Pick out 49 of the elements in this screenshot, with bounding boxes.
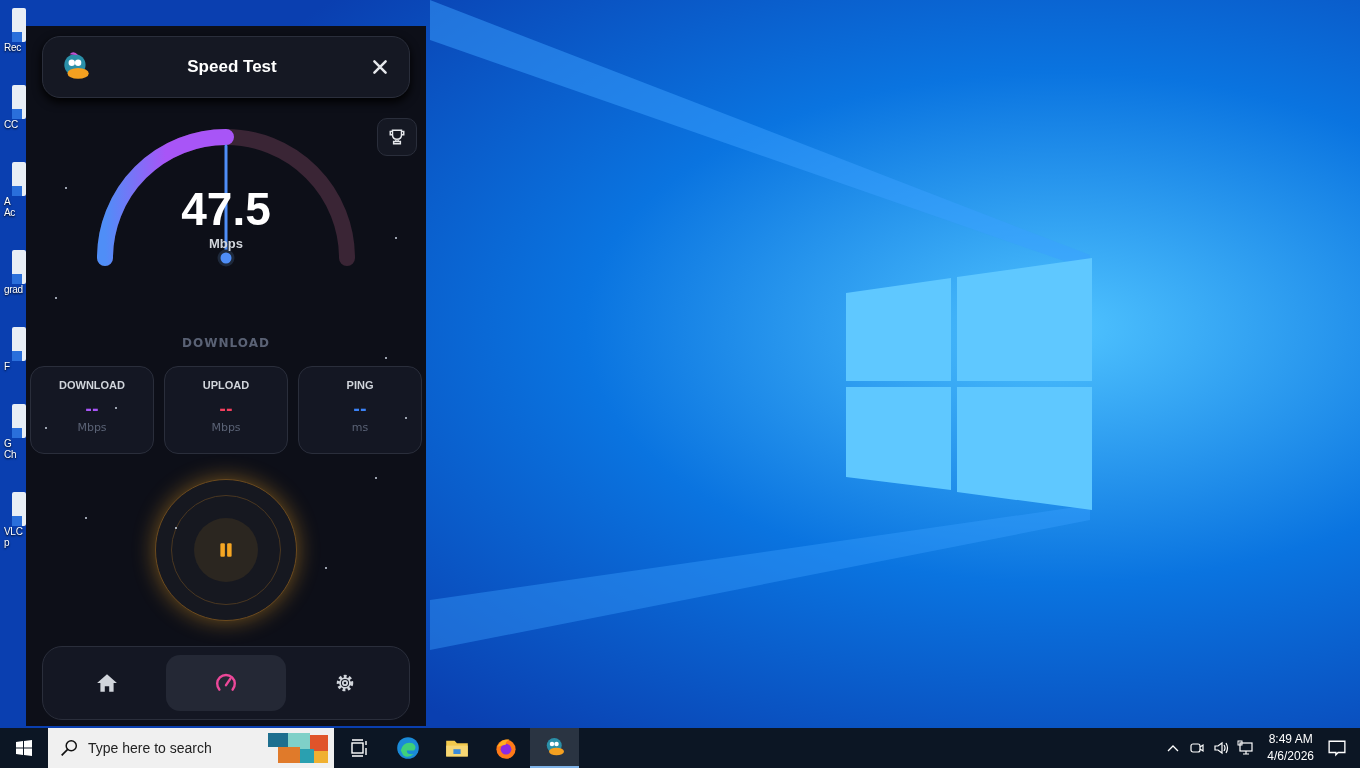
task-view-icon (348, 738, 369, 758)
shortcut-label: F (4, 361, 10, 372)
shortcut-icon[interactable] (12, 325, 26, 361)
fox-globe-icon (493, 736, 518, 760)
shortcut-label: Ac (4, 207, 16, 218)
stat-label: DOWNLOAD (59, 379, 125, 391)
stat-unit: ms (351, 421, 369, 434)
trophy-icon (388, 128, 406, 146)
shortcut-icon[interactable] (12, 402, 26, 438)
trophy-button[interactable] (377, 118, 417, 156)
swirl-icon (395, 736, 420, 760)
search-bar[interactable]: Type here to search (48, 728, 334, 768)
stat-value: -- (353, 401, 367, 417)
duck-app-button[interactable] (530, 728, 579, 768)
shortcut-icon[interactable] (12, 6, 26, 42)
shortcut-label: VLC (4, 526, 23, 537)
start-icon[interactable] (16, 740, 32, 756)
shortcut-label: p (4, 537, 10, 548)
stat-unit: Mbps (211, 421, 241, 434)
phase-label: DOWNLOAD (182, 336, 270, 350)
shortcut-label: Ch (4, 449, 17, 460)
home-icon (95, 672, 118, 694)
window-title: Speed Test (186, 57, 278, 77)
clock-time[interactable]: 8:49 AM (1268, 731, 1313, 748)
speaker-icon[interactable] (1213, 740, 1230, 756)
stat-value: -- (85, 401, 99, 417)
shortcut-label: grad (4, 284, 23, 295)
shortcut-label: Rec (4, 42, 21, 53)
shortcut-icon[interactable] (12, 160, 26, 196)
search-icon (60, 739, 78, 757)
shortcut-label: A (4, 196, 11, 207)
notification-icon[interactable] (1328, 739, 1346, 757)
stat-unit: Mbps (77, 421, 107, 434)
pause-icon (217, 541, 235, 559)
puzzle-icon (266, 731, 330, 765)
stat-label: UPLOAD (202, 379, 250, 391)
stat-label: PING (346, 379, 374, 391)
shortcut-icon[interactable] (12, 248, 26, 284)
shortcut-label: CC (4, 119, 18, 130)
speedometer-icon (215, 672, 237, 694)
stat-value: -- (219, 401, 233, 417)
shortcut-icon[interactable] (12, 83, 26, 119)
network-icon[interactable] (1237, 740, 1254, 756)
shortcut-icon[interactable] (12, 490, 26, 526)
clock-date[interactable]: 4/6/2026 (1267, 748, 1314, 765)
close-icon[interactable] (371, 58, 389, 76)
search-field[interactable]: Type here to search (86, 739, 250, 757)
camera-icon[interactable] (1189, 740, 1206, 756)
shortcut-label: G (4, 438, 12, 449)
